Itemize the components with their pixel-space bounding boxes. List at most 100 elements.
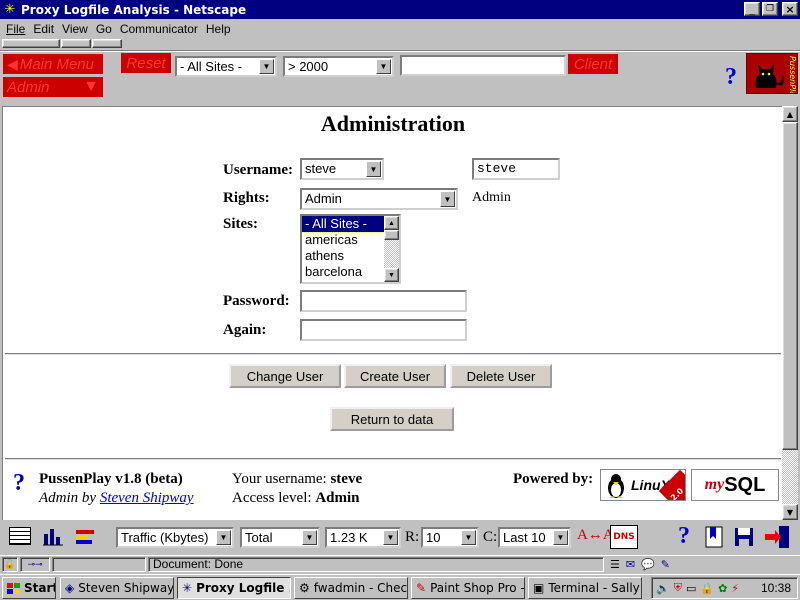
- scroll-down-arrow-icon[interactable]: ▼: [384, 268, 399, 282]
- threshold-dropdown[interactable]: > 2000 ▼: [283, 56, 394, 77]
- exit-icon[interactable]: [763, 524, 791, 550]
- linux-logo[interactable]: LinuX 2.0: [600, 469, 686, 501]
- connection-icon: ⊸⊸: [20, 557, 50, 572]
- r-label: R:: [405, 529, 420, 545]
- table-icon[interactable]: [9, 527, 31, 545]
- status-bar: 🔓 ⊸⊸ Document: Done ☰ ✉ 💬 ✎: [0, 555, 800, 573]
- return-to-data-button[interactable]: Return to data: [330, 407, 454, 431]
- scroll-thumb[interactable]: [782, 122, 798, 450]
- dropdown-arrow-icon: ▼: [553, 530, 568, 545]
- menu-communicator[interactable]: Communicator: [120, 22, 198, 36]
- logo-text: PussenPlay: [788, 56, 797, 94]
- collapsed-toolbars[interactable]: [2, 39, 128, 49]
- username-label: Username:: [223, 162, 293, 178]
- aggregate-dropdown[interactable]: Total ▼: [240, 527, 320, 548]
- navigator-icon[interactable]: ☰: [610, 558, 620, 571]
- minimize-button[interactable]: _: [744, 2, 760, 16]
- status-text: Document: Done: [148, 557, 604, 572]
- start-button[interactable]: Start: [2, 577, 56, 599]
- change-user-button[interactable]: Change User: [229, 364, 341, 388]
- scroll-down-arrow-icon[interactable]: ▼: [782, 504, 798, 520]
- divider: [5, 353, 781, 355]
- scroll-up-arrow-icon[interactable]: ▲: [384, 216, 399, 230]
- powered-by-label: Powered by:: [513, 471, 594, 487]
- menu-go[interactable]: Go: [96, 22, 112, 36]
- menu-edit[interactable]: Edit: [33, 22, 54, 36]
- search-input[interactable]: [400, 55, 566, 76]
- admin-by: Admin by Steven Shipway: [39, 490, 194, 506]
- reset-button[interactable]: Reset: [121, 53, 171, 73]
- monitor-icon[interactable]: ▭: [686, 582, 696, 595]
- sites-dropdown[interactable]: - All Sites - ▼: [175, 56, 277, 77]
- username-dropdown[interactable]: steve ▼: [300, 158, 384, 180]
- password-label: Password:: [223, 293, 290, 309]
- taskbar-item-active[interactable]: ✳Proxy Logfile ...: [177, 577, 291, 599]
- mail-icon[interactable]: ✉: [626, 558, 635, 571]
- list-item[interactable]: - All Sites -: [302, 216, 385, 233]
- clock: 10:38: [760, 581, 791, 595]
- dropdown-arrow-icon: ▼: [302, 530, 317, 545]
- bottom-help-icon[interactable]: ?: [678, 523, 690, 550]
- r-dropdown[interactable]: 10 ▼: [421, 527, 479, 548]
- taskbar-item[interactable]: ▣Terminal - Sally (...: [528, 577, 642, 599]
- bar-chart-icon[interactable]: [42, 526, 64, 546]
- taskbar-item[interactable]: ✎Paint Shop Pro - ...: [411, 577, 525, 599]
- author-link[interactable]: Steven Shipway: [100, 490, 194, 506]
- pussenplay-logo[interactable]: PussenPlay: [746, 53, 798, 94]
- progress-indicator: [52, 557, 146, 572]
- component-icons[interactable]: ☰ ✉ 💬 ✎: [606, 557, 798, 572]
- discussion-icon[interactable]: 💬: [641, 558, 655, 571]
- metric-dropdown[interactable]: Traffic (Kbytes) ▼: [116, 527, 234, 548]
- menu-view[interactable]: View: [62, 22, 88, 36]
- font-size-icon[interactable]: A↔A: [577, 527, 614, 544]
- shield-icon[interactable]: ⛨: [674, 581, 682, 595]
- speaker-icon[interactable]: 🔈: [656, 582, 670, 595]
- netscape-icon: ✳: [4, 2, 16, 17]
- penguin-icon: [608, 474, 624, 498]
- paint-icon: ✎: [416, 581, 427, 595]
- antivirus-icon[interactable]: ⚡: [731, 582, 739, 595]
- main-menu-button[interactable]: ◀ Main Menu: [3, 54, 103, 74]
- taskbar-item[interactable]: ◈Steven Shipway ...: [60, 577, 174, 599]
- create-user-button[interactable]: Create User: [344, 364, 446, 388]
- lock-icon[interactable]: 🔒: [700, 582, 714, 595]
- help-icon[interactable]: ?: [725, 64, 737, 91]
- collapsed-toolbar-tab[interactable]: [61, 39, 91, 48]
- delete-user-button[interactable]: Delete User: [450, 364, 552, 388]
- page-scrollbar[interactable]: ▲ ▼: [782, 106, 798, 520]
- menu-file[interactable]: File: [6, 22, 25, 36]
- c-dropdown[interactable]: Last 10 ▼: [498, 527, 571, 548]
- collapsed-toolbar-tab[interactable]: [92, 39, 122, 48]
- dropdown-arrow-icon: ▼: [216, 530, 231, 545]
- bookmark-icon[interactable]: [703, 525, 727, 549]
- collapsed-toolbar-tab[interactable]: [2, 39, 60, 48]
- password-input[interactable]: [300, 290, 467, 312]
- size-dropdown[interactable]: 1.23 K ▼: [325, 527, 401, 548]
- scroll-up-arrow-icon[interactable]: ▲: [782, 106, 798, 122]
- menu-help[interactable]: Help: [206, 22, 231, 36]
- rights-dropdown[interactable]: Admin ▼: [300, 188, 458, 210]
- system-tray: 🔈 ⛨ ▭ 🔒 ✿ ⚡ 10:38: [651, 577, 798, 599]
- maximize-button[interactable]: ❐: [762, 2, 778, 16]
- security-icon[interactable]: 🔓: [2, 557, 18, 572]
- password-again-input[interactable]: [300, 319, 467, 341]
- again-label: Again:: [223, 322, 267, 338]
- stacked-chart-icon[interactable]: [74, 526, 96, 546]
- username-input[interactable]: steve: [472, 158, 560, 180]
- network-icon[interactable]: ✿: [718, 582, 727, 595]
- save-icon[interactable]: [733, 526, 755, 548]
- taskbar-item[interactable]: ⚙fwadmin - Check...: [294, 577, 408, 599]
- netscape-icon: ✳: [182, 581, 193, 595]
- your-username: Your username: steve: [232, 471, 363, 487]
- composer-icon[interactable]: ✎: [661, 558, 670, 571]
- scroll-thumb[interactable]: [384, 230, 399, 240]
- close-button[interactable]: ×: [782, 2, 798, 16]
- dns-book-icon[interactable]: DNS: [610, 525, 638, 549]
- sites-listbox[interactable]: - All Sites - americas athens barcelona …: [300, 214, 401, 284]
- listbox-scrollbar[interactable]: ▲ ▼: [384, 216, 399, 282]
- back-arrow-icon: ◀: [7, 55, 18, 72]
- admin-button[interactable]: Admin ▼: [3, 77, 103, 97]
- client-button[interactable]: Client: [568, 54, 618, 74]
- mysql-logo[interactable]: my SQL: [691, 469, 779, 501]
- footer-help-icon[interactable]: ?: [13, 470, 25, 497]
